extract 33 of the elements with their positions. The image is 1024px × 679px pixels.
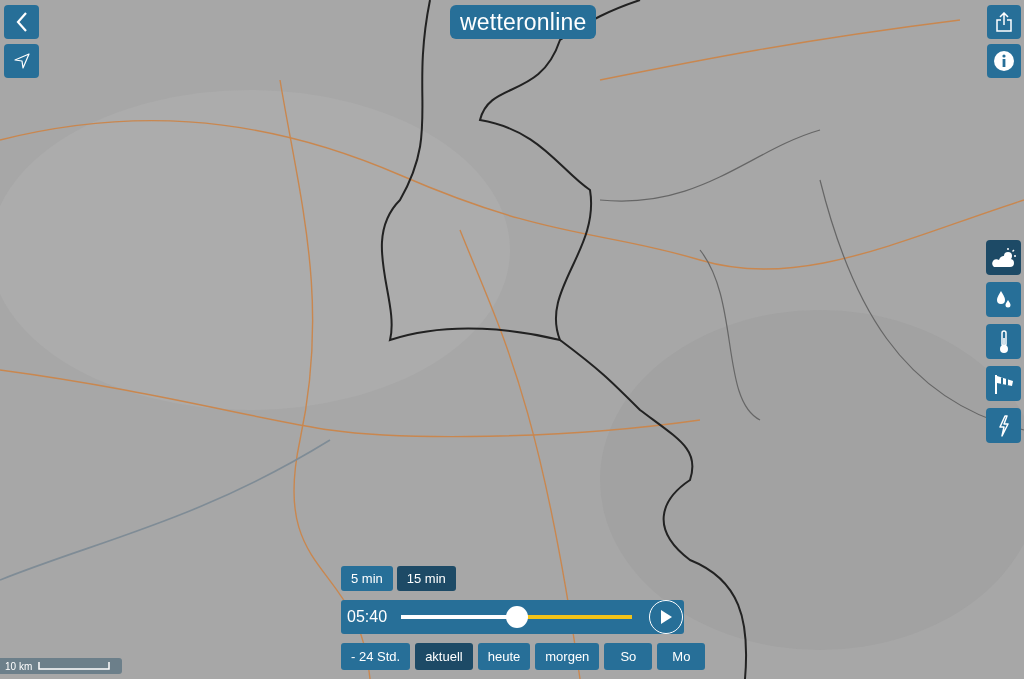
interval-button[interactable]: 5 min [341,566,393,591]
day-button[interactable]: - 24 Std. [341,643,411,670]
time-label: 05:40 [347,608,389,626]
layer-button[interactable] [986,282,1021,317]
day-button[interactable]: heute [477,643,531,670]
slider-thumb[interactable] [505,606,528,628]
layer-button[interactable] [986,324,1021,359]
info-button[interactable] [987,44,1021,78]
scale-ruler-icon [38,662,111,670]
logo: wetteronline [450,5,597,39]
day-button[interactable]: aktuell [415,643,473,670]
day-button[interactable]: So [604,643,653,670]
location-button[interactable] [4,44,39,78]
windsock-icon [992,372,1015,395]
info-icon [993,50,1015,72]
interval-button[interactable]: 15 min [396,566,456,591]
day-button[interactable]: morgen [535,643,600,670]
play-button[interactable] [649,600,683,634]
share-button[interactable] [987,5,1021,39]
layer-button[interactable] [986,366,1021,401]
play-icon [660,610,672,624]
lightning-icon [996,414,1011,437]
layer-button[interactable] [986,408,1021,443]
thermometer-icon [997,329,1010,354]
location-arrow-icon [13,53,30,69]
scale-label: 10 km [5,660,33,672]
back-button[interactable] [4,5,39,39]
cloud-sun-icon [990,247,1017,268]
raindrops-icon [994,289,1013,310]
share-icon [996,12,1012,32]
layer-button[interactable] [986,240,1021,275]
chevron-left-icon [15,12,28,32]
day-button[interactable]: Mo [657,643,706,670]
